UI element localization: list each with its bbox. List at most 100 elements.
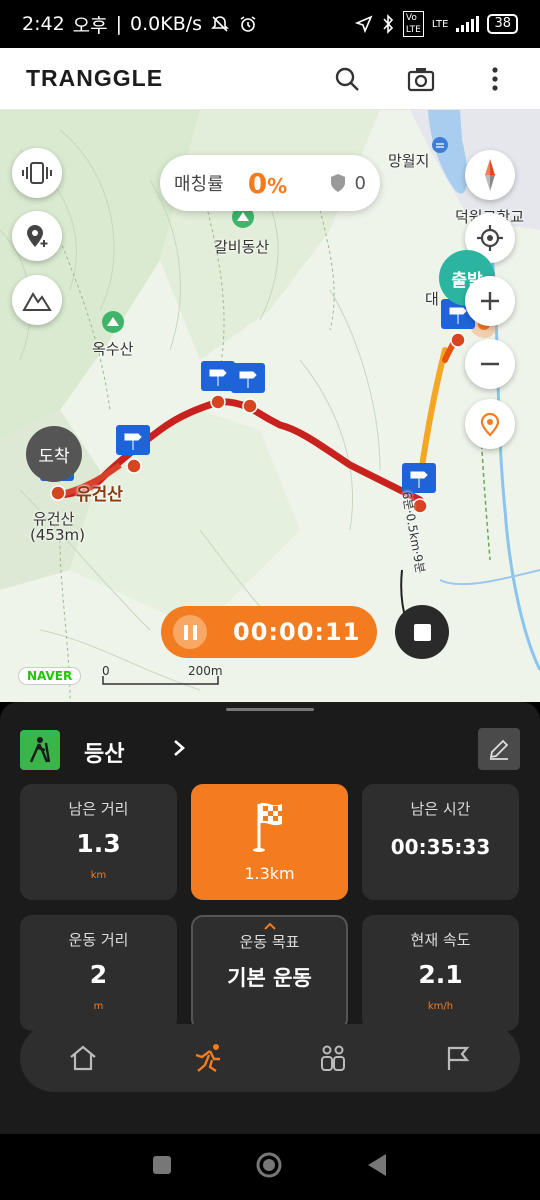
pause-icon[interactable] (173, 615, 207, 649)
checkered-flag-icon (252, 802, 282, 852)
current-speed-unit: km/h (427, 1001, 454, 1012)
tab-activity[interactable] (178, 1033, 238, 1083)
stop-button[interactable] (395, 605, 449, 659)
remaining-time-value: 00:35:33 (390, 835, 491, 859)
circle-icon (256, 1152, 282, 1178)
shield-count: 0 (354, 172, 366, 194)
map-view[interactable]: 망월지 덕원고학교 갈비동산 옥수산 유건산 유건산 (453m) 대 6분·0… (0, 110, 540, 702)
app-logo: TRANGGLE (26, 65, 164, 91)
plus-icon (481, 292, 499, 310)
lake-marker (432, 137, 448, 153)
scale-zero: 0 (102, 664, 110, 678)
exercise-goal-label: 운동 목표 (239, 933, 300, 951)
status-time: 2:42 (22, 13, 65, 35)
stop-icon (413, 623, 431, 641)
current-speed-card: 현재 속도 2.1 km/h (362, 915, 519, 1031)
group-icon (320, 1045, 345, 1071)
mountain-icon (22, 292, 52, 311)
exercise-distance-value: 2 (89, 960, 108, 989)
back-button[interactable] (365, 1152, 389, 1182)
running-icon (195, 1044, 220, 1072)
remaining-distance-card: 남은 거리 1.3 km (20, 784, 177, 900)
vibrate-icon (22, 162, 52, 184)
match-rate-unit: % (267, 173, 288, 198)
more-vert-icon[interactable] (476, 60, 514, 98)
triangle-back-icon (368, 1154, 387, 1176)
status-divider: | (115, 13, 123, 35)
signal-icon (456, 16, 480, 32)
app-header: TRANGGLE (0, 48, 540, 110)
current-speed-label: 현재 속도 (410, 931, 471, 949)
pencil-icon (489, 739, 509, 760)
hiking-icon (20, 730, 60, 770)
search-icon[interactable] (328, 60, 366, 98)
compass-button[interactable] (465, 150, 515, 200)
chevron-right-icon[interactable] (170, 736, 188, 764)
square-icon (152, 1156, 171, 1174)
goal-card[interactable]: 1.3km (191, 784, 348, 900)
peak-oksusan (102, 311, 124, 333)
orange-pin-icon (480, 412, 500, 437)
zoom-out-button[interactable] (465, 339, 515, 389)
place-yugeonsan-elev: (453m) (30, 526, 85, 544)
remaining-distance-unit: km (90, 870, 107, 881)
current-speed-value: 2.1 (418, 960, 463, 989)
exercise-goal-value: 기본 운동 (227, 966, 312, 990)
exercise-distance-card: 운동 거리 2 m (20, 915, 177, 1031)
location-arrow-icon (354, 15, 373, 33)
camera-icon[interactable] (402, 60, 440, 98)
alarm-icon (240, 16, 256, 32)
match-rate-panel: 매칭률 0% 0 (160, 155, 380, 211)
system-nav-bar (0, 1134, 540, 1200)
battery-level: 38 (494, 16, 511, 31)
place-mangwolji: 망월지 (388, 152, 430, 170)
home-button[interactable] (254, 1150, 284, 1184)
remaining-time-label: 남은 시간 (410, 800, 471, 818)
poi-button[interactable] (465, 399, 515, 449)
timer-pill[interactable]: 00:00:11 (161, 606, 377, 658)
bluetooth-icon (383, 14, 393, 34)
scale-length: 200m (188, 664, 223, 678)
flag-icon (447, 1046, 469, 1070)
tab-group[interactable] (303, 1033, 363, 1083)
bottom-tab-bar (20, 1024, 520, 1092)
naver-logo: NAVER (18, 667, 82, 685)
exercise-goal-card[interactable]: 운동 목표 기본 운동 (191, 915, 348, 1031)
activity-panel: 등산 남은 거리 1.3 km 1.3km 남은 시간 00:35:33 운동 … (0, 702, 540, 1134)
tab-flag[interactable] (428, 1033, 488, 1083)
exercise-distance-label: 운동 거리 (68, 931, 129, 949)
place-galbidongsan: 갈비동산 (214, 238, 270, 256)
elapsed-timer: 00:00:11 (233, 618, 361, 646)
edit-button[interactable] (478, 728, 520, 770)
place-dae: 대 (425, 290, 439, 308)
crosshair-icon (477, 225, 503, 251)
remaining-distance-label: 남은 거리 (68, 800, 129, 818)
status-bar: 2:42 오후 | 0.0KB/s Vo LTE LTE 38 (0, 0, 540, 48)
add-waypoint-button[interactable] (12, 211, 62, 261)
match-rate-value: 0% (248, 167, 288, 200)
terrain-layer-button[interactable] (12, 275, 62, 325)
shield-counter: 0 (329, 173, 366, 194)
goal-distance: 1.3km (244, 864, 295, 883)
pin-plus-icon (27, 225, 48, 247)
exercise-distance-unit: m (93, 1001, 104, 1012)
match-rate-number: 0 (247, 166, 268, 200)
recents-button[interactable] (151, 1154, 173, 1180)
match-rate-label: 매칭률 (174, 174, 224, 195)
compass-icon (485, 159, 495, 191)
status-speed: 0.0KB/s (130, 13, 203, 35)
activity-type[interactable]: 등산 (84, 736, 124, 768)
home-icon (69, 1045, 96, 1071)
status-ampm: 오후 (72, 14, 108, 37)
finish-badge: 도착 (26, 426, 82, 482)
tab-home[interactable] (53, 1033, 113, 1083)
zoom-in-button[interactable] (465, 276, 515, 326)
chevron-up-icon (264, 922, 276, 930)
mute-icon (211, 16, 229, 32)
map-scale: 0 200m (100, 664, 223, 688)
vibrate-mode-button[interactable] (12, 148, 62, 198)
network-type: LTE (431, 18, 449, 30)
drag-handle[interactable] (226, 708, 314, 711)
battery-icon: 38 (487, 14, 518, 34)
volte-icon: Vo LTE (402, 11, 424, 37)
